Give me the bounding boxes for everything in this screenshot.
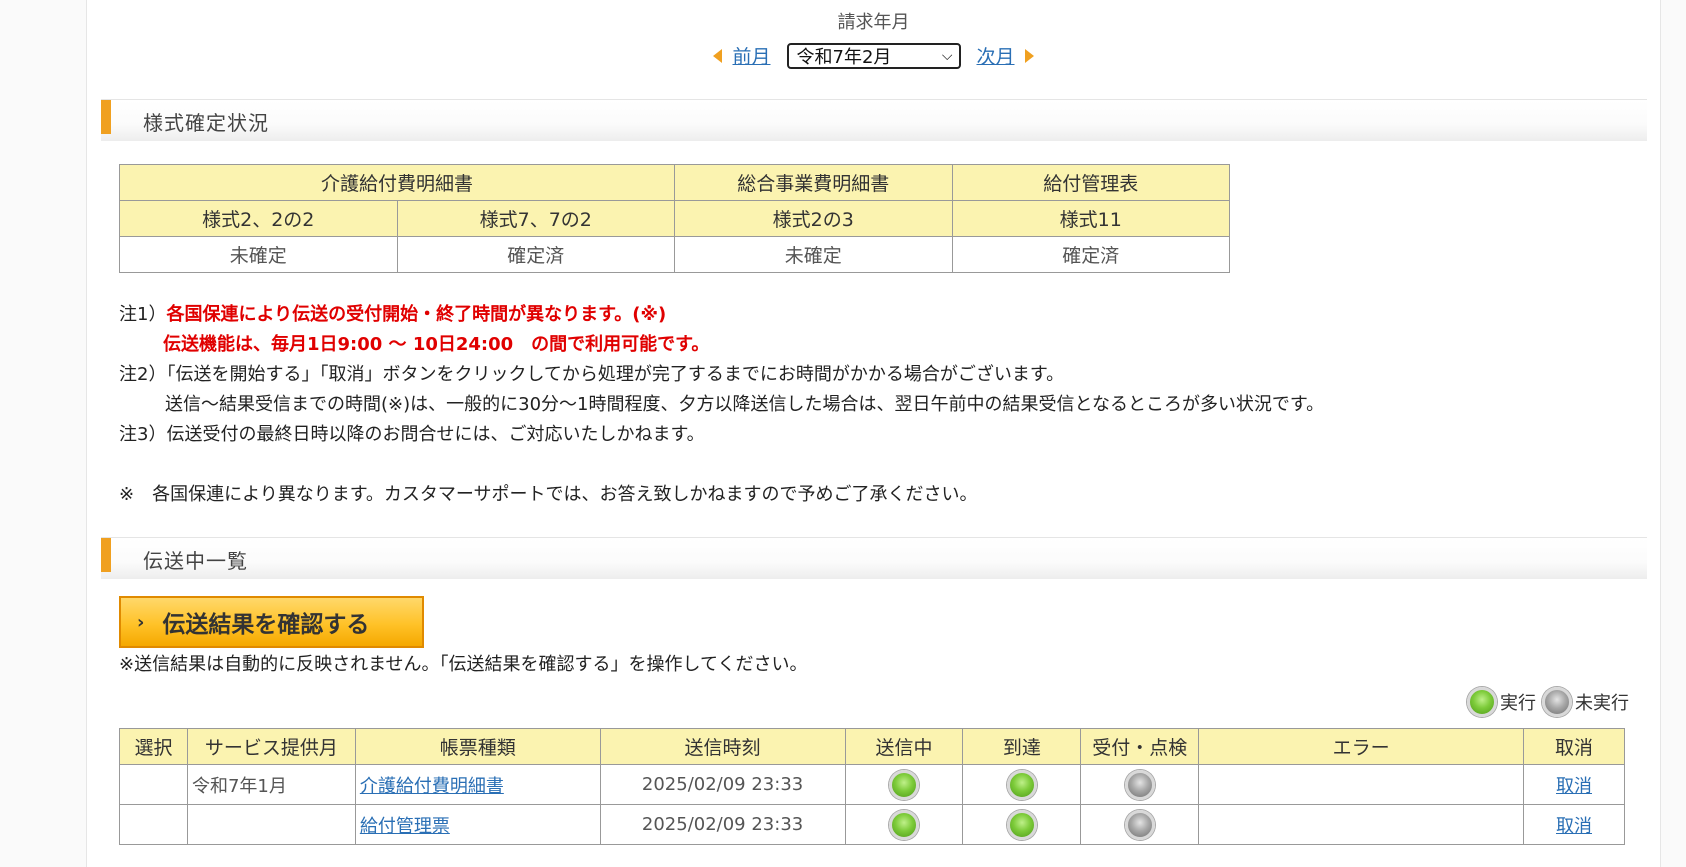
- footnote: ※ 各国保連により異なります。カスタマーサポートでは、お答え致しかねますので予め…: [119, 484, 978, 505]
- accepted-status-cell: [1080, 804, 1200, 845]
- next-month-link[interactable]: 次月: [977, 42, 1015, 69]
- accepted-status-cell: [1080, 764, 1200, 805]
- select-cell[interactable]: [119, 764, 188, 805]
- prev-month-link[interactable]: 前月: [732, 42, 770, 69]
- col-accepted: 受付・点検: [1080, 728, 1200, 765]
- arrived-status-cell: [962, 764, 1082, 805]
- service-month-cell: [186, 804, 356, 845]
- table-row: 令和7年1月 介護給付費明細書 2025/02/09 23:33 取消: [119, 764, 1625, 805]
- not-executed-lamp-icon: [1124, 769, 1155, 800]
- group-header-care-benefit: 介護給付費明細書: [119, 164, 675, 201]
- confirm-transmission-result-button[interactable]: › 伝送結果を確認する: [119, 596, 424, 648]
- month-navigation: 前月 令和7年2月 ⌵ 次月: [87, 42, 1660, 69]
- note-1-warning: 各国保連により伝送の受付開始・終了時間が異なります。(※): [166, 304, 667, 325]
- service-month-cell: 令和7年1月: [186, 764, 356, 805]
- form-header: 様式2の3: [674, 200, 953, 237]
- arrived-status-cell: [962, 804, 1082, 845]
- error-cell: [1198, 804, 1524, 845]
- sent-time-cell: 2025/02/09 23:33: [599, 764, 846, 805]
- legend-executed: 実行: [1500, 693, 1536, 714]
- col-cancel: 取消: [1523, 728, 1625, 765]
- section-marker-icon: [101, 100, 111, 134]
- executed-lamp-icon: [1467, 687, 1497, 717]
- transmission-section-title: 伝送中一覧: [143, 549, 248, 573]
- sent-time-cell: 2025/02/09 23:33: [599, 804, 846, 845]
- chevron-right-icon: ›: [137, 611, 145, 633]
- note-1: 注1）各国保連により伝送の受付開始・終了時間が異なります。(※): [119, 300, 1619, 330]
- form-status-cell: 確定済: [951, 236, 1230, 273]
- note-1-hours: 伝送機能は、毎月1日9:00 ～ 10日24:00 の間で利用可能です。: [119, 330, 1619, 360]
- month-select[interactable]: 令和7年2月 ⌵: [786, 42, 961, 69]
- cancel-cell: 取消: [1523, 804, 1625, 845]
- cancel-link[interactable]: 取消: [1556, 816, 1592, 837]
- next-arrow-icon[interactable]: [1024, 48, 1034, 63]
- note-1-prefix: 注1）: [119, 304, 167, 325]
- executed-lamp-icon: [1006, 769, 1037, 800]
- note-2-detail: 送信～結果受信までの時間(※)は、一般的に30分～1時間程度、夕方以降送信した場…: [165, 394, 1325, 415]
- form-header: 様式2、2の2: [119, 200, 398, 237]
- transmission-table: 選択 サービス提供月 帳票種類 送信時刻 送信中 到達 受付・点検 エラー 取消…: [119, 728, 1625, 845]
- group-header-general-project: 総合事業費明細書: [674, 164, 953, 201]
- left-margin-panel: [0, 0, 87, 867]
- col-sent-time: 送信時刻: [599, 728, 846, 765]
- note-3: 注3）伝送受付の最終日時以降のお問合せには、ご対応いたしかねます。: [119, 424, 705, 445]
- cancel-link[interactable]: 取消: [1556, 776, 1592, 797]
- sending-status-cell: [844, 804, 964, 845]
- right-margin-panel: [1660, 0, 1686, 867]
- legend-not-executed: 未実行: [1575, 693, 1629, 714]
- month-select-value: 令和7年2月: [796, 46, 892, 68]
- col-arrived: 到達: [962, 728, 1082, 765]
- error-cell: [1198, 764, 1524, 805]
- not-executed-lamp-icon: [1124, 809, 1155, 840]
- cancel-cell: 取消: [1523, 764, 1625, 805]
- executed-lamp-icon: [1006, 809, 1037, 840]
- sending-status-cell: [844, 764, 964, 805]
- executed-lamp-icon: [888, 769, 919, 800]
- form-status-cell: 未確定: [119, 236, 398, 273]
- status-section-title: 様式確定状況: [143, 111, 269, 135]
- select-cell[interactable]: [119, 804, 188, 845]
- form-status-cell: 確定済: [396, 236, 675, 273]
- group-header-benefit-management: 給付管理表: [951, 164, 1230, 201]
- form-header: 様式11: [951, 200, 1230, 237]
- form-type-link[interactable]: 給付管理票: [360, 816, 450, 837]
- section-marker-icon: [101, 538, 111, 572]
- transmission-section-header: 伝送中一覧: [101, 537, 1647, 579]
- form-status-cell: 未確定: [674, 236, 953, 273]
- main-content: 請求年月 前月 令和7年2月 ⌵ 次月 様式確定状況 介護給付費明細書 総合事業…: [87, 0, 1660, 867]
- form-header: 様式7、7の2: [396, 200, 675, 237]
- confirm-button-label: 伝送結果を確認する: [162, 612, 370, 638]
- col-service-month: サービス提供月: [186, 728, 356, 765]
- executed-lamp-icon: [888, 809, 919, 840]
- status-legend: 実行 未実行: [1467, 687, 1635, 717]
- note-2: 注2）「伝送を開始する」「取消」ボタンをクリックしてから処理が完了するまでにお時…: [119, 364, 1065, 385]
- billing-month-title: 請求年月: [837, 12, 910, 33]
- note-spacer: [119, 450, 1619, 480]
- notes-block: 注1）各国保連により伝送の受付開始・終了時間が異なります。(※) 伝送機能は、毎…: [119, 300, 1619, 510]
- confirm-note: ※送信結果は自動的に反映されません。「伝送結果を確認する」を操作してください。: [119, 654, 808, 675]
- status-section-header: 様式確定状況: [101, 99, 1647, 141]
- form-type-cell: 給付管理票: [354, 804, 601, 845]
- not-executed-lamp-icon: [1542, 687, 1572, 717]
- col-error: エラー: [1198, 728, 1524, 765]
- table-row: 給付管理票 2025/02/09 23:33 取消: [119, 804, 1625, 845]
- chevron-down-icon: ⌵: [941, 47, 953, 64]
- col-select: 選択: [119, 728, 188, 765]
- form-type-cell: 介護給付費明細書: [354, 764, 601, 805]
- table-header-row: 選択 サービス提供月 帳票種類 送信時刻 送信中 到達 受付・点検 エラー 取消: [119, 728, 1625, 765]
- form-status-table: 介護給付費明細書 総合事業費明細書 給付管理表 様式2、2の2 様式7、7の2 …: [119, 164, 1230, 273]
- prev-arrow-icon[interactable]: [713, 48, 723, 63]
- col-form-type: 帳票種類: [354, 728, 601, 765]
- col-sending: 送信中: [844, 728, 964, 765]
- note-1-hours-text: 伝送機能は、毎月1日9:00 ～ 10日24:00 の間で利用可能です。: [163, 334, 710, 355]
- form-type-link[interactable]: 介護給付費明細書: [360, 776, 504, 797]
